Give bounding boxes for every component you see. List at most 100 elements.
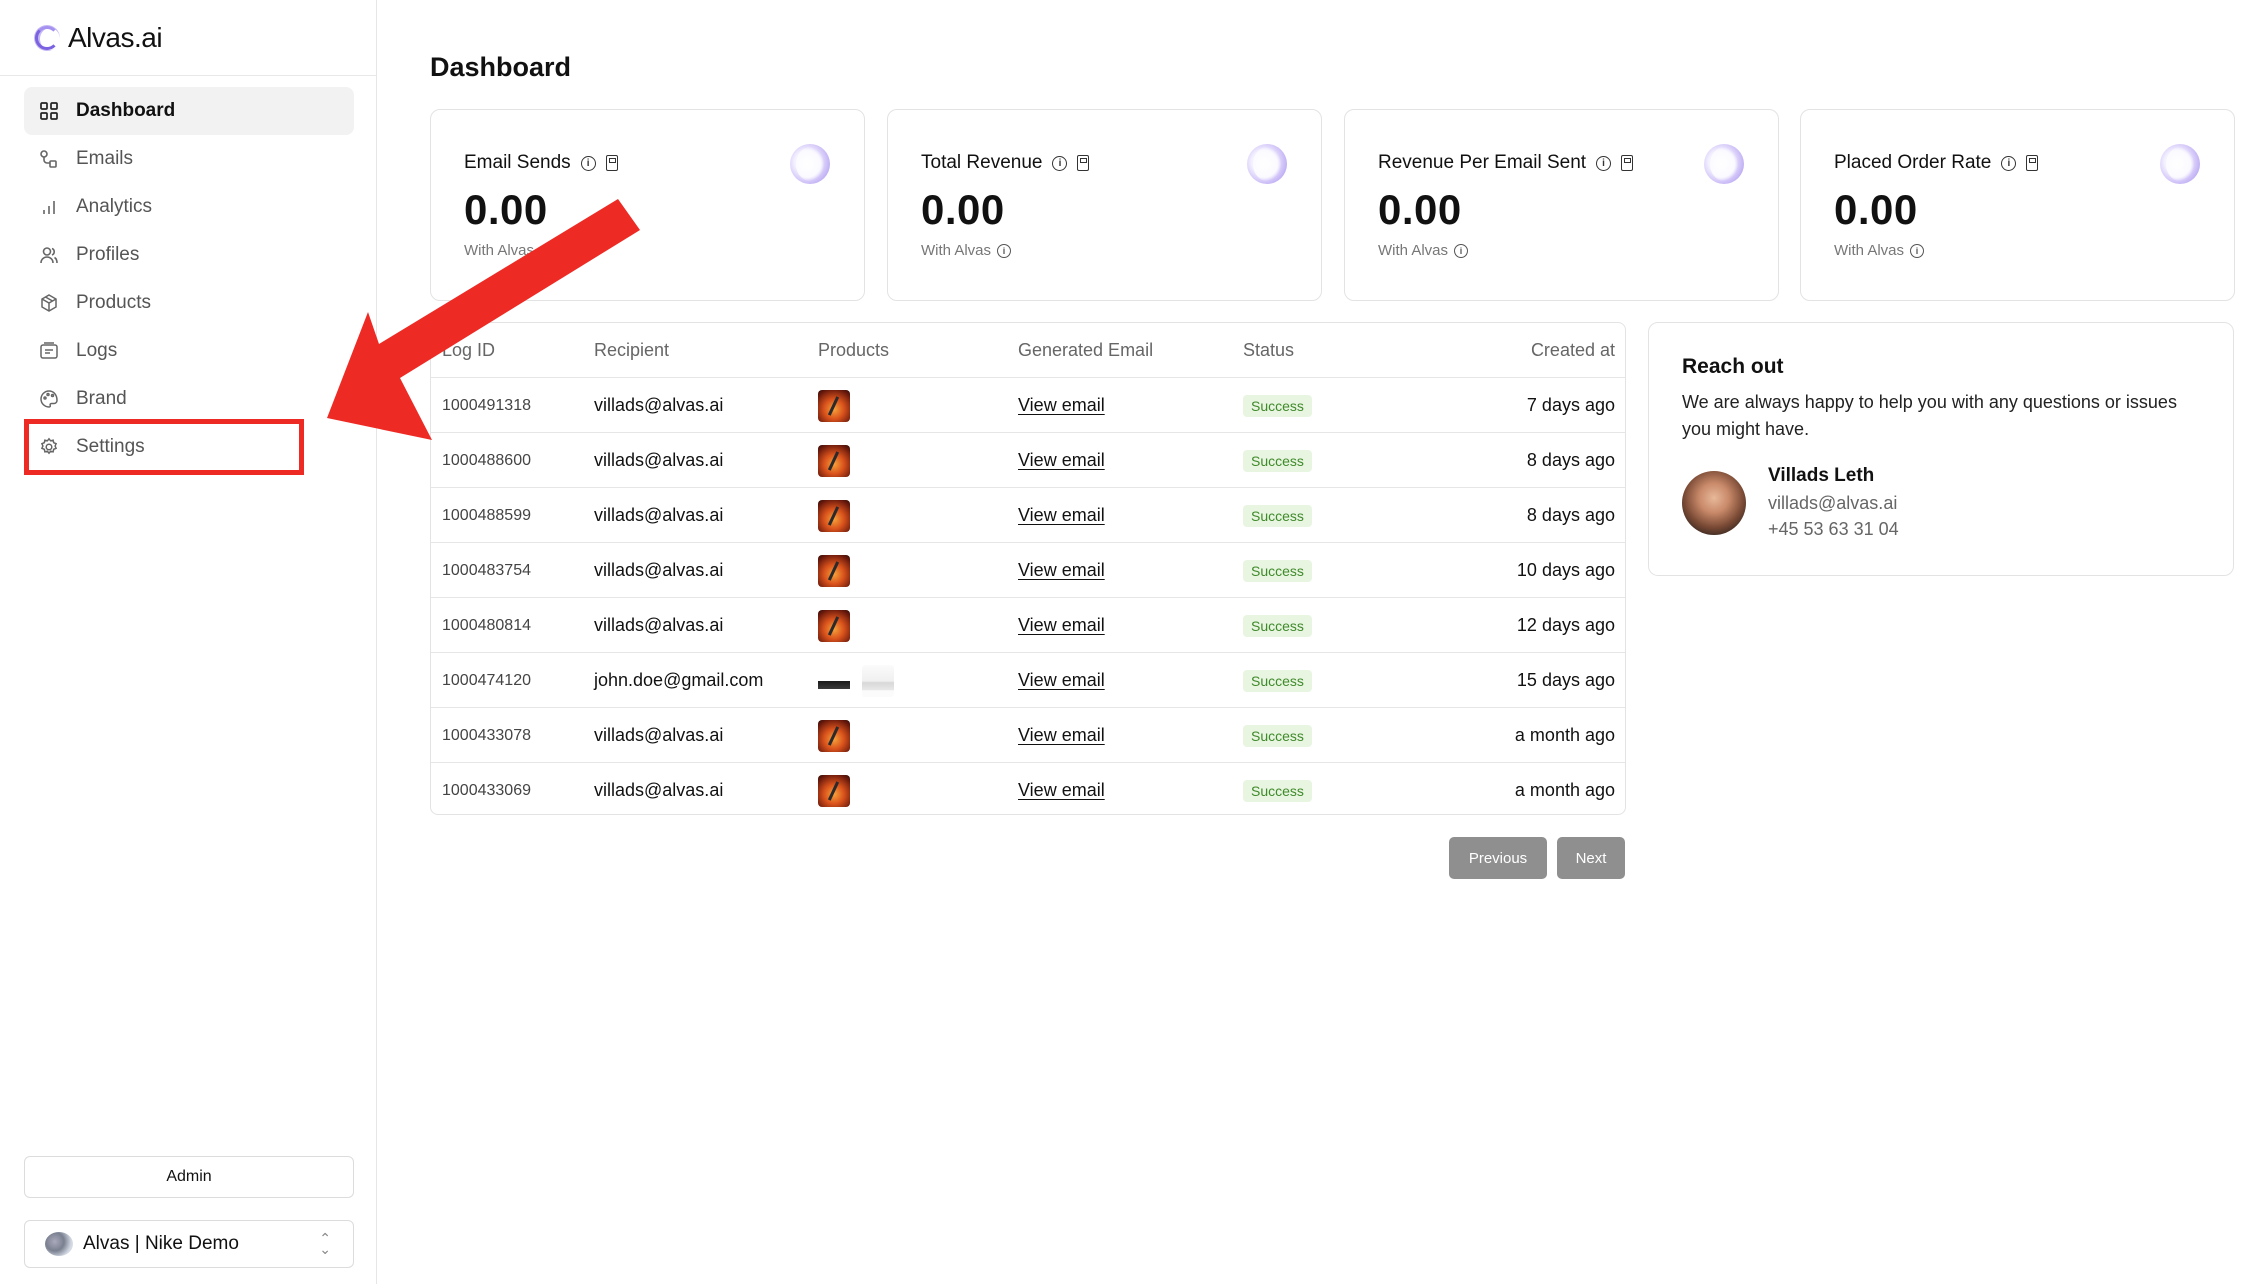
- table-row[interactable]: 1000433069 villads@alvas.ai View email S…: [431, 763, 1625, 814]
- status-cell: Success: [1243, 763, 1312, 814]
- stat-label: Email Sends: [464, 152, 571, 173]
- table-row[interactable]: 1000474120 john.doe@gmail.com View email…: [431, 653, 1625, 708]
- col-recipient[interactable]: Recipient: [594, 323, 669, 378]
- sidebar-item-profiles[interactable]: Profiles: [24, 231, 354, 279]
- view-email-link[interactable]: View email: [1018, 780, 1105, 801]
- generated-email-cell: View email: [1018, 708, 1105, 763]
- sidebar-item-label: Analytics: [76, 196, 153, 217]
- product-thumbnail[interactable]: [818, 609, 850, 642]
- logs-icon: [38, 340, 60, 362]
- sidebar: Alvas.ai Dashboard Emails Analytics Prof…: [0, 0, 377, 1284]
- products-cell: [818, 433, 862, 488]
- products-cell: [818, 598, 862, 653]
- recipient: villads@alvas.ai: [594, 615, 724, 635]
- col-log-id[interactable]: Log ID: [442, 323, 495, 378]
- contact-name: Villads Leth: [1768, 465, 1875, 486]
- product-thumbnail[interactable]: [818, 499, 850, 532]
- calculator-icon[interactable]: [1621, 155, 1634, 171]
- sidebar-item-logs[interactable]: Logs: [24, 327, 354, 375]
- status-badge: Success: [1243, 779, 1312, 802]
- view-email-link[interactable]: View email: [1018, 450, 1105, 471]
- sidebar-item-brand[interactable]: Brand: [24, 375, 354, 423]
- stat-card-revenue-per-email: Revenue Per Email Sent i 0.00 With Alvas…: [1344, 109, 1779, 301]
- info-icon[interactable]: i: [540, 243, 555, 258]
- contact-email[interactable]: villads@alvas.ai: [1768, 493, 1897, 514]
- sidebar-item-products[interactable]: Products: [24, 279, 354, 327]
- table-header: Log ID Recipient Products Generated Emai…: [431, 323, 1625, 378]
- view-email-link[interactable]: View email: [1018, 670, 1105, 691]
- stat-value: 0.00: [1834, 186, 1918, 233]
- info-icon[interactable]: i: [997, 243, 1012, 258]
- workspace-switcher[interactable]: Alvas | Nike Demo ⌃ ⌄: [24, 1220, 354, 1268]
- view-email-link[interactable]: View email: [1018, 505, 1105, 526]
- previous-button[interactable]: Previous: [1449, 837, 1547, 879]
- view-email-link[interactable]: View email: [1018, 395, 1105, 416]
- sidebar-item-label: Dashboard: [76, 100, 176, 121]
- table-row[interactable]: 1000488599 villads@alvas.ai View email S…: [431, 488, 1625, 543]
- recipient: villads@alvas.ai: [594, 395, 724, 415]
- alvas-orb-icon: [1704, 144, 1744, 184]
- contact-phone[interactable]: +45 53 63 31 04: [1768, 519, 1899, 540]
- status-badge: Success: [1243, 559, 1312, 582]
- info-icon[interactable]: i: [580, 155, 596, 171]
- product-thumbnail[interactable]: [862, 664, 894, 697]
- info-icon[interactable]: i: [2001, 155, 2017, 171]
- bar-chart-icon: [38, 196, 60, 218]
- stat-card-email-sends: Email Sends i 0.00 With Alvas i: [430, 109, 865, 301]
- admin-button[interactable]: Admin: [24, 1156, 354, 1198]
- flow-icon: [38, 148, 60, 170]
- page-title: Dashboard: [430, 52, 572, 82]
- log-id: 1000474120: [442, 671, 531, 689]
- products-cell: [818, 543, 862, 598]
- brand[interactable]: Alvas.ai: [0, 0, 376, 76]
- log-id: 1000433069: [442, 781, 531, 799]
- sidebar-item-emails[interactable]: Emails: [24, 135, 354, 183]
- table-row[interactable]: 1000483754 villads@alvas.ai View email S…: [431, 543, 1625, 598]
- calculator-icon[interactable]: [1077, 155, 1090, 171]
- stat-label: Placed Order Rate: [1834, 152, 1992, 173]
- info-icon[interactable]: i: [1596, 155, 1612, 171]
- view-email-link[interactable]: View email: [1018, 725, 1105, 746]
- reach-out-text: We are always happy to help you with any…: [1682, 392, 2177, 439]
- contact-avatar: [1682, 471, 1746, 535]
- calculator-icon[interactable]: [605, 155, 618, 171]
- reach-out-title: Reach out: [1682, 355, 1784, 378]
- view-email-link[interactable]: View email: [1018, 615, 1105, 636]
- alvas-orb-icon: [790, 144, 830, 184]
- col-products[interactable]: Products: [818, 323, 889, 378]
- recipient: villads@alvas.ai: [594, 725, 724, 745]
- sidebar-item-analytics[interactable]: Analytics: [24, 183, 354, 231]
- stat-card-total-revenue: Total Revenue i 0.00 With Alvas i: [887, 109, 1322, 301]
- info-icon[interactable]: i: [1454, 243, 1469, 258]
- sidebar-item-dashboard[interactable]: Dashboard: [24, 87, 354, 135]
- product-thumbnail[interactable]: [818, 554, 850, 587]
- status-cell: Success: [1243, 378, 1312, 433]
- next-button[interactable]: Next: [1557, 837, 1625, 879]
- product-thumbnail[interactable]: [818, 719, 850, 752]
- table-row[interactable]: 1000480814 villads@alvas.ai View email S…: [431, 598, 1625, 653]
- calculator-icon[interactable]: [2026, 155, 2039, 171]
- product-thumbnail[interactable]: [818, 444, 850, 477]
- status-badge: Success: [1243, 394, 1312, 417]
- info-icon[interactable]: i: [1910, 243, 1925, 258]
- table-row[interactable]: 1000488600 villads@alvas.ai View email S…: [431, 433, 1625, 488]
- alvas-logo-icon: [34, 24, 60, 51]
- view-email-link[interactable]: View email: [1018, 560, 1105, 581]
- table-row[interactable]: 1000491318 villads@alvas.ai View email S…: [431, 378, 1625, 433]
- col-created-at[interactable]: Created at: [1531, 323, 1615, 378]
- stat-value: 0.00: [464, 186, 548, 233]
- generated-email-cell: View email: [1018, 543, 1105, 598]
- status-cell: Success: [1243, 653, 1312, 708]
- status-cell: Success: [1243, 488, 1312, 543]
- created-at: 7 days ago: [1526, 395, 1615, 415]
- table-row[interactable]: 1000433078 villads@alvas.ai View email S…: [431, 708, 1625, 763]
- chevron-up-down-icon: ⌃ ⌄: [319, 1230, 331, 1257]
- recipient: villads@alvas.ai: [594, 505, 724, 525]
- created-at: 8 days ago: [1526, 505, 1615, 525]
- col-generated-email[interactable]: Generated Email: [1018, 323, 1153, 378]
- col-status[interactable]: Status: [1243, 323, 1294, 378]
- product-thumbnail[interactable]: [818, 774, 850, 807]
- info-icon[interactable]: i: [1052, 155, 1068, 171]
- product-thumbnail[interactable]: [818, 389, 850, 422]
- product-thumbnail[interactable]: [818, 664, 850, 697]
